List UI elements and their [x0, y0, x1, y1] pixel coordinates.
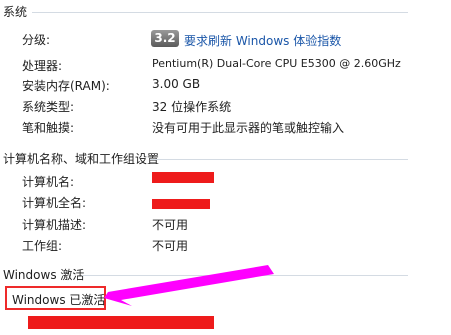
system-type-label: 系统类型:: [22, 100, 75, 114]
activation-status: Windows 已激活: [12, 293, 106, 307]
computer-name-label: 计算机名:: [22, 175, 75, 189]
pen-touch-label: 笔和触摸:: [22, 121, 75, 135]
experience-index-badge: 3.2: [151, 30, 179, 47]
computer-section-title: 计算机名称、域和工作组设置: [3, 152, 160, 166]
annotation-arrow-icon: [104, 265, 274, 306]
workgroup-value: 不可用: [152, 239, 189, 253]
pen-touch-value: 没有可用于此显示器的笔或触控输入: [152, 121, 345, 135]
processor-label: 处理器:: [22, 59, 63, 73]
computer-description-value: 不可用: [152, 218, 189, 232]
rating-label: 分级:: [22, 33, 51, 47]
system-type-value: 32 位操作系统: [152, 100, 232, 114]
workgroup-label: 工作组:: [22, 239, 63, 253]
activation-section-title: Windows 激活: [3, 268, 85, 282]
computer-description-label: 计算机描述:: [22, 218, 87, 232]
ram-label: 安装内存(RAM):: [22, 79, 110, 93]
activation-section-divider: [82, 275, 408, 276]
computer-fullname-redaction: [152, 199, 210, 209]
computer-section-divider: [150, 159, 408, 160]
refresh-experience-index-link[interactable]: 要求刷新 Windows 体验指数: [184, 32, 341, 49]
ram-value: 3.00 GB: [152, 77, 201, 91]
product-id-redaction: [28, 316, 214, 329]
processor-value: Pentium(R) Dual-Core CPU E5300 @ 2.60GHz: [152, 57, 401, 70]
system-section-title: 系统: [3, 5, 28, 19]
computer-name-redaction: [152, 172, 214, 183]
computer-fullname-label: 计算机全名:: [22, 196, 87, 210]
system-section-divider: [32, 12, 408, 13]
